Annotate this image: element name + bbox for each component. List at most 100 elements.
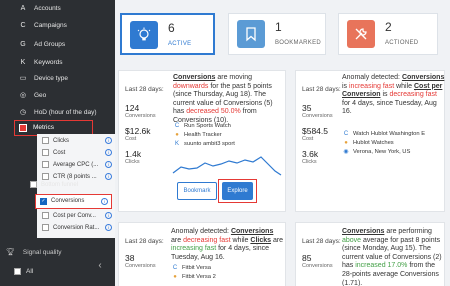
stat-active[interactable]: 6 ACTIVE [120,13,215,55]
metric-cost: $12.6k Cost [125,126,151,142]
option-label: Cost per Conv... [53,212,96,219]
metric-value: 3.6k [302,149,319,159]
period-label: Last 28 days: [302,86,341,93]
description-text: are moving [215,74,252,81]
trophy-icon: 🏆︎ [6,249,15,256]
checkbox[interactable] [42,137,49,144]
keyword-icon: K [174,140,179,147]
metric-option-conversions[interactable]: ✓ Conversions i [35,194,112,209]
metrics-checkbox[interactable] [19,124,27,132]
info-icon[interactable]: i [105,212,112,219]
sidebar-item-ad-groups[interactable]: G Ad Groups [0,36,115,52]
option-label: Conversion Rat... [53,224,100,231]
entity-item[interactable]: ● Hublot Watches [342,138,425,147]
sidebar-item-accounts[interactable]: A Accounts [0,0,115,16]
entity-item[interactable]: ● Health Tracker [173,130,235,139]
checkbox[interactable] [42,173,49,180]
change-highlight: decreased 50.0% [186,108,241,116]
metric-option-cost[interactable]: Cost i [42,147,112,158]
insight-card-conversions-above: Last 28 days: 85 Conversions Conversions… [295,222,445,286]
ad-groups-icon: G [20,40,26,48]
group-label: Bottom funnel [41,181,79,188]
entity-item[interactable]: ● Fitbit Versa 2 [171,272,216,281]
sidebar-item-campaigns[interactable]: C Campaigns [0,17,115,33]
entity-item[interactable]: C Fitbit Versa [171,263,216,272]
entity-list: C Watch Hublot Washington E ● Hublot Watch… [342,129,425,156]
metric-conversions: 124 Conversions [125,103,156,119]
info-icon[interactable]: i [105,173,112,180]
stat-label: ACTIONED [385,40,419,46]
stat-label: BOOKMARKED [275,40,322,46]
insight-description: Anomaly detected: Conversions are decrea… [171,228,285,262]
checkbox[interactable] [42,212,49,219]
description-text: Anomaly detected: [342,74,402,81]
insight-card-anomaly-clicks: Last 28 days: 38 Conversions Anomaly det… [118,222,286,286]
info-icon[interactable]: i [101,198,108,205]
explore-highlight-box [218,179,257,203]
metric-option-cost-per-conv[interactable]: Cost per Conv... i [42,210,112,221]
sidebar-item-label: Keywords [34,58,63,66]
entity-list: C Run Sports Watch ● Health Tracker Ksuunt… [173,121,235,148]
bookmark-button[interactable]: Bookmark [177,182,217,200]
trend-highlight: decreasing fast [389,91,437,99]
metric-label: Conversions [125,113,156,119]
metric-keyword-link[interactable]: Conversions [342,228,384,235]
bottom-funnel-group[interactable]: Bottom funnel [30,181,78,188]
device-icon: ▭ [19,75,27,82]
option-label: Average CPC (... [53,161,99,168]
metric-label: Conversions [302,113,333,119]
metric-keyword-link[interactable]: Clicks [250,237,271,244]
sidebar-item-device-type[interactable]: ▭ Device type [0,70,115,86]
sidebar-item-geo[interactable]: ◎ Geo [0,87,115,103]
stat-bookmarked[interactable]: 1 BOOKMARKED [228,13,326,55]
campaign-icon: C [174,122,180,129]
metric-option-conv-rate[interactable]: Conversion Rat... i [42,222,112,233]
lightbulb-icon [130,21,158,49]
option-label: All [26,268,34,275]
metric-clicks: 3.6k Clicks [302,149,318,165]
metric-label: Clicks [125,159,140,165]
metric-clicks: 1.4k Clicks [125,149,141,165]
sidebar-item-hod[interactable]: ◷ HoD (hour of the day) [0,104,115,120]
stat-count: 2 [385,20,392,34]
info-icon[interactable]: i [105,137,112,144]
info-icon[interactable]: i [105,224,112,231]
collapse-sidebar-button[interactable]: ‹ [92,258,108,274]
metric-label: Clicks [302,159,317,165]
option-label: Clicks [53,137,69,144]
trend-highlight: increasing fast [171,245,217,253]
metric-label: Cost [125,136,137,142]
checkbox[interactable] [42,224,49,231]
checked-checkbox[interactable]: ✓ [40,198,47,205]
entity-label: Verona, New York, US [353,148,411,155]
info-icon[interactable]: i [105,149,112,156]
sidebar-item-label: Campaigns [34,21,67,29]
sidebar-item-keywords[interactable]: K Keywords [0,54,115,70]
metric-value: 1.4k [125,149,142,159]
campaigns-icon: C [20,21,26,29]
info-icon[interactable]: i [105,161,112,168]
option-label: Conversions [51,198,85,204]
metric-keyword-link[interactable]: Conversions [231,228,273,235]
metric-option-clicks[interactable]: Clicks i [42,135,112,146]
metric-value: 35 [302,103,312,113]
metric-option-avg-cpc[interactable]: Average CPC (... i [42,159,112,170]
signal-option-all[interactable]: All [14,268,33,275]
checkbox[interactable] [14,268,21,275]
entity-item[interactable]: ◉ Verona, New York, US [342,147,425,156]
metric-keyword-link[interactable]: Conversions [402,74,444,81]
checkbox[interactable] [30,181,37,188]
metric-value: $584.5 [302,126,328,136]
description-text: is [342,82,349,90]
entity-item[interactable]: C Run Sports Watch [173,121,235,130]
stat-actioned[interactable]: 2 ACTIONED [338,13,438,55]
change-highlight: increased 17.0% [355,262,408,270]
entity-item[interactable]: C Watch Hublot Washington E [342,129,425,138]
entity-label: Run Sports Watch [184,122,231,129]
metric-keyword-link[interactable]: Conversions [173,74,215,81]
checkbox[interactable] [42,161,49,168]
entity-item[interactable]: Ksuunto ambit3 sport [173,139,235,148]
checkbox[interactable] [42,149,49,156]
entity-label: Hublot Watches [353,139,394,146]
keywords-icon: K [20,58,26,66]
